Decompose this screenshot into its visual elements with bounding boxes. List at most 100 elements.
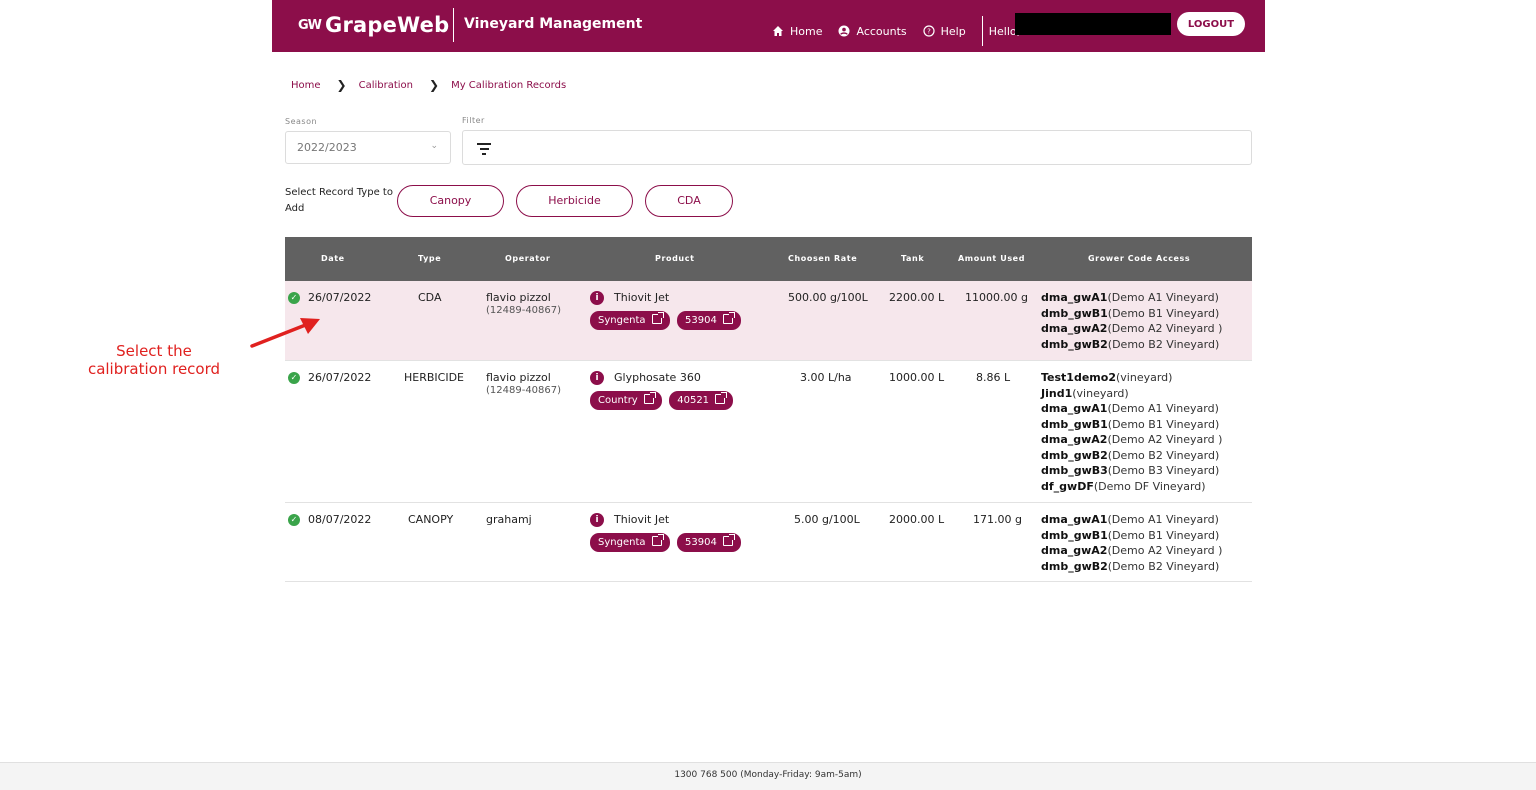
- filter-icon[interactable]: [477, 143, 491, 155]
- season-select[interactable]: 2022/2023 ⌄: [285, 131, 451, 164]
- grower-code: dmb_gwB1(Demo B1 Vineyard): [1041, 306, 1220, 320]
- season-label: Season: [285, 117, 318, 126]
- col-date[interactable]: Date: [321, 254, 345, 263]
- breadcrumb-current[interactable]: My Calibration Records: [451, 80, 566, 91]
- manufacturer-link[interactable]: Syngenta: [590, 533, 670, 552]
- nav-accounts[interactable]: Accounts: [838, 24, 907, 38]
- table-header: Date Type Operator Product Choosen Rate …: [285, 237, 1252, 281]
- breadcrumb-home[interactable]: Home: [291, 80, 321, 91]
- grower-code: dmb_gwB2(Demo B2 Vineyard): [1041, 559, 1220, 573]
- breadcrumb-calibration[interactable]: Calibration: [359, 80, 413, 91]
- manufacturer-link[interactable]: Country: [590, 391, 662, 410]
- grower-code: Jind1(vineyard): [1041, 386, 1129, 400]
- table-row[interactable]: ✓ 08/07/2022 CANOPY grahamj i Thiovit Jet…: [285, 503, 1252, 582]
- row-operator: grahamj: [486, 513, 532, 527]
- row-rate: 3.00 L/ha: [800, 371, 852, 384]
- col-rate[interactable]: Choosen Rate: [788, 254, 857, 263]
- product-code-link[interactable]: 53904: [677, 533, 741, 552]
- grower-code: dma_gwA2(Demo A2 Vineyard ): [1041, 544, 1223, 557]
- external-link-icon: [715, 392, 728, 404]
- operator-name: grahamj: [486, 513, 532, 526]
- grower-code: dmb_gwB2(Demo B2 Vineyard): [1041, 337, 1220, 351]
- row-tank: 1000.00 L: [889, 371, 945, 384]
- row-amount: 171.00 g: [973, 513, 1022, 526]
- check-icon: ✓: [288, 292, 300, 304]
- breadcrumb: Home ❯ Calibration ❯ My Calibration Reco…: [291, 78, 566, 92]
- row-amount: 8.86 L: [976, 371, 1011, 384]
- grower-code: dma_gwA1(Demo A1 Vineyard): [1041, 402, 1219, 415]
- instruction-annotation: Select the calibration record: [87, 342, 221, 378]
- row-operator: flavio pizzol (12489-40867): [486, 371, 561, 396]
- chevron-right-icon: ❯: [429, 78, 440, 92]
- row-grower-access: dma_gwA1(Demo A1 Vineyard) dmb_gwB1(Demo…: [1041, 512, 1222, 574]
- product-name: Thiovit Jet: [614, 513, 670, 526]
- nav-help-label: Help: [940, 24, 966, 38]
- row-date: 26/07/2022: [308, 371, 372, 384]
- chevron-down-icon: ⌄: [430, 141, 438, 151]
- row-type: CANOPY: [408, 513, 454, 526]
- col-operator[interactable]: Operator: [505, 254, 550, 263]
- row-grower-access: dma_gwA1(Demo A1 Vineyard) dmb_gwB1(Demo…: [1041, 290, 1222, 352]
- row-rate: 5.00 g/100L: [794, 513, 860, 526]
- manufacturer-link[interactable]: Syngenta: [590, 311, 670, 330]
- row-type: HERBICIDE: [404, 371, 465, 384]
- grower-code: dma_gwA2(Demo A2 Vineyard ): [1041, 433, 1223, 446]
- row-date: 26/07/2022: [308, 291, 372, 304]
- add-cda-button[interactable]: CDA: [645, 185, 733, 217]
- row-product: i Thiovit Jet Syngenta 53904: [590, 513, 745, 552]
- filter-input[interactable]: [462, 130, 1252, 165]
- row-rate: 500.00 g/100L: [788, 291, 868, 304]
- app-logo[interactable]: GW GrapeWeb: [298, 10, 449, 40]
- info-icon[interactable]: i: [590, 371, 604, 385]
- row-grower-access: Test1demo2(vineyard) Jind1(vineyard) dma…: [1041, 370, 1222, 494]
- nav-divider: [981, 16, 983, 46]
- col-product[interactable]: Product: [655, 254, 695, 263]
- external-link-icon: [722, 534, 735, 546]
- operator-name: flavio pizzol: [486, 371, 551, 384]
- col-amount[interactable]: Amount Used: [958, 254, 1025, 263]
- grower-code: dmb_gwB1(Demo B1 Vineyard): [1041, 417, 1220, 431]
- grower-code: dma_gwA1(Demo A1 Vineyard): [1041, 513, 1219, 526]
- row-product: i Glyphosate 360 Country 40521: [590, 371, 737, 410]
- external-link-icon: [722, 312, 735, 324]
- grower-code: Test1demo2(vineyard): [1041, 371, 1173, 384]
- external-link-icon: [651, 534, 664, 546]
- add-canopy-button[interactable]: Canopy: [397, 185, 504, 217]
- season-value: 2022/2023: [297, 141, 357, 154]
- info-icon[interactable]: i: [590, 513, 604, 527]
- table-row[interactable]: ✓ 26/07/2022 CDA flavio pizzol (12489-40…: [285, 281, 1252, 361]
- operator-name: flavio pizzol: [486, 291, 551, 304]
- logout-button[interactable]: LOGOUT: [1177, 12, 1245, 36]
- add-herbicide-button[interactable]: Herbicide: [516, 185, 633, 217]
- home-icon: [773, 26, 783, 36]
- row-amount: 11000.00 g: [965, 291, 1028, 304]
- grower-code: dmb_gwB2(Demo B2 Vineyard): [1041, 448, 1220, 462]
- external-link-icon: [643, 392, 656, 404]
- grower-code: dmb_gwB3(Demo B3 Vineyard): [1041, 464, 1220, 477]
- external-link-icon: [651, 312, 664, 324]
- help-icon: ?: [923, 25, 935, 37]
- info-icon[interactable]: i: [590, 291, 604, 305]
- nav-home[interactable]: Home: [772, 25, 822, 38]
- svg-text:?: ?: [927, 28, 931, 36]
- col-tank[interactable]: Tank: [901, 254, 924, 263]
- operator-id: (12489-40867): [486, 305, 562, 316]
- calibration-records-table: Date Type Operator Product Choosen Rate …: [285, 237, 1252, 582]
- redacted-username: [1015, 13, 1171, 35]
- table-row[interactable]: ✓ 26/07/2022 HERBICIDE flavio pizzol (12…: [285, 361, 1252, 503]
- check-icon: ✓: [288, 514, 300, 526]
- top-bar: GW GrapeWeb Vineyard Management Home Acc…: [272, 0, 1265, 52]
- grower-code: df_gwDF(Demo DF Vineyard): [1041, 479, 1206, 493]
- col-type[interactable]: Type: [418, 254, 441, 263]
- nav-help[interactable]: ? Help: [923, 25, 966, 38]
- product-code-link[interactable]: 53904: [677, 311, 741, 330]
- row-type: CDA: [418, 291, 442, 304]
- col-grower[interactable]: Grower Code Access: [1088, 254, 1190, 263]
- logo-mark: GW: [298, 17, 322, 33]
- product-code-link[interactable]: 40521: [669, 391, 734, 410]
- nav-accounts-label: Accounts: [856, 24, 907, 38]
- chevron-right-icon: ❯: [336, 78, 347, 92]
- logo-divider: [453, 8, 454, 42]
- logo-text: GrapeWeb: [325, 13, 450, 37]
- row-tank: 2000.00 L: [889, 513, 945, 526]
